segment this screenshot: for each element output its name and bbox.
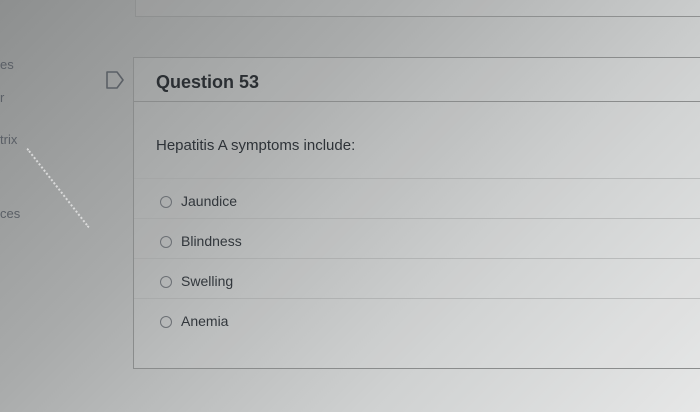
radio-button[interactable] xyxy=(160,196,172,208)
answer-option-label[interactable]: Swelling xyxy=(181,273,233,289)
question-header: Question 53 xyxy=(134,58,700,102)
nav-item-fragment[interactable]: es xyxy=(0,57,14,72)
radio-button[interactable] xyxy=(160,316,172,328)
question-card: Question 53 Hepatitis A symptoms include… xyxy=(133,57,700,369)
panel-edge-divider xyxy=(24,148,90,230)
left-navigation: es r trix ces xyxy=(0,0,130,412)
nav-item-fragment[interactable]: ces xyxy=(0,206,20,221)
answer-option-label[interactable]: Anemia xyxy=(181,313,228,329)
previous-question-card xyxy=(135,0,700,17)
answer-option[interactable]: Blindness xyxy=(134,218,700,259)
nav-item-fragment[interactable]: r xyxy=(0,90,4,105)
answer-option[interactable]: Anemia xyxy=(134,298,700,339)
question-title: Question 53 xyxy=(156,72,260,92)
question-text: Hepatitis A symptoms include: xyxy=(156,137,356,154)
nav-item-fragment[interactable]: trix xyxy=(0,132,17,147)
radio-button[interactable] xyxy=(160,236,172,248)
answer-option-label[interactable]: Blindness xyxy=(181,233,242,249)
radio-button[interactable] xyxy=(160,276,172,288)
answer-option[interactable]: Jaundice xyxy=(134,178,700,219)
answer-option[interactable]: Swelling xyxy=(134,258,700,299)
answer-option-label[interactable]: Jaundice xyxy=(181,193,237,209)
flag-icon[interactable] xyxy=(105,71,125,89)
